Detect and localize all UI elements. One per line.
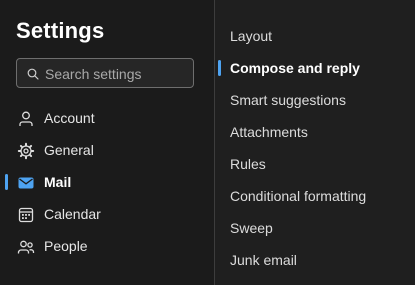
nav-item-people[interactable]: People (0, 230, 214, 262)
mail-option-compose-and-reply[interactable]: Compose and reply (215, 52, 415, 84)
nav-item-label: General (44, 142, 94, 158)
mail-option-smart-suggestions[interactable]: Smart suggestions (215, 84, 415, 116)
nav-item-mail[interactable]: Mail (0, 166, 214, 198)
mail-option-attachments[interactable]: Attachments (215, 116, 415, 148)
nav-item-label: Account (44, 110, 95, 126)
gear-icon (17, 142, 35, 160)
nav-item-general[interactable]: General (0, 134, 214, 166)
mail-option-label: Sweep (230, 220, 273, 236)
mail-option-rules[interactable]: Rules (215, 148, 415, 180)
mail-icon (18, 177, 34, 189)
nav-item-label: People (44, 238, 88, 254)
mail-option-junk-email[interactable]: Junk email (215, 244, 415, 276)
mail-option-label: Compose and reply (230, 60, 360, 76)
mail-option-label: Conditional formatting (230, 188, 367, 204)
selection-indicator (5, 174, 8, 190)
mail-option-label: Layout (230, 28, 273, 44)
mail-option-sweep[interactable]: Sweep (215, 212, 415, 244)
nav-item-calendar[interactable]: Calendar (0, 198, 214, 230)
mail-option-label: Junk email (230, 252, 297, 268)
mail-option-label: Attachments (230, 124, 308, 140)
calendar-icon (18, 207, 34, 223)
mail-option-label: Rules (230, 156, 266, 172)
settings-nav-pane: Settings Search settings Account General… (0, 0, 214, 285)
settings-title: Settings (16, 18, 105, 43)
search-placeholder: Search settings (45, 66, 142, 82)
nav-item-account[interactable]: Account (0, 102, 214, 134)
person-icon (19, 111, 33, 126)
selection-indicator (218, 60, 221, 76)
search-settings-input[interactable]: Search settings (16, 58, 194, 88)
people-icon (17, 240, 35, 254)
mail-option-label: Smart suggestions (230, 92, 346, 108)
mail-options-pane: Layout Compose and reply Smart suggestio… (215, 0, 415, 285)
search-icon (27, 68, 39, 80)
mail-option-layout[interactable]: Layout (215, 20, 415, 52)
nav-item-label: Calendar (44, 206, 101, 222)
mail-option-conditional-formatting[interactable]: Conditional formatting (215, 180, 415, 212)
nav-item-label: Mail (44, 174, 72, 190)
